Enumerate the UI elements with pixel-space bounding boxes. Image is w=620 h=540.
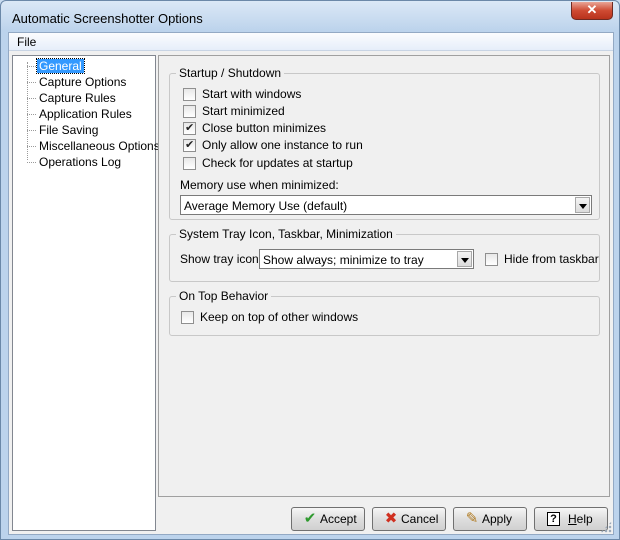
options-window: Automatic Screenshotter Options ✕ File G…	[0, 0, 620, 540]
checkbox-box	[183, 88, 196, 101]
tree-item-application-rules[interactable]: Application Rules	[13, 106, 153, 122]
chevron-down-icon[interactable]	[575, 197, 590, 213]
title-bar[interactable]: Automatic Screenshotter Options ✕	[1, 1, 619, 33]
client-area: File General Capture Options Capture Rul…	[8, 32, 614, 535]
chevron-down-icon[interactable]	[457, 251, 472, 267]
checkbox-label: Only allow one instance to run	[202, 138, 363, 152]
checkbox-box	[485, 253, 498, 266]
checkbox-box	[183, 138, 196, 152]
tree-branch	[27, 146, 36, 147]
options-tree[interactable]: General Capture Options Capture Rules Ap…	[12, 55, 160, 531]
button-label: Accept	[320, 512, 357, 526]
general-settings-panel: Startup / Shutdown Start with windows St…	[158, 55, 610, 497]
pencil-icon: ✎	[465, 510, 479, 527]
close-button-minimizes-checkbox[interactable]: Close button minimizes	[183, 120, 383, 136]
system-tray-group: System Tray Icon, Taskbar, Minimization …	[169, 227, 600, 282]
check-icon: ✔	[303, 510, 317, 527]
tree-item-label: General	[36, 58, 85, 74]
memory-use-dropdown[interactable]: Average Memory Use (default)	[180, 195, 592, 215]
single-instance-checkbox[interactable]: Only allow one instance to run	[183, 137, 403, 153]
show-tray-icon-label: Show tray icon:	[180, 252, 263, 266]
dropdown-value: Average Memory Use (default)	[184, 199, 348, 213]
apply-button[interactable]: ✎ Apply	[453, 507, 527, 531]
close-icon: ✕	[586, 2, 598, 17]
tree-branch	[27, 82, 36, 83]
checkbox-label: Close button minimizes	[202, 121, 327, 135]
menu-file[interactable]: File	[16, 34, 37, 50]
help-button[interactable]: ? Help	[534, 507, 608, 531]
tree-item-label: Miscellaneous Options	[39, 139, 160, 153]
tree-branch	[27, 130, 36, 131]
checkbox-box	[183, 157, 196, 170]
tree-item-label: Application Rules	[39, 107, 132, 121]
startup-shutdown-group: Startup / Shutdown Start with windows St…	[169, 66, 600, 220]
cross-icon: ✖	[384, 510, 398, 527]
checkbox-label: Keep on top of other windows	[200, 310, 359, 324]
tree-branch	[27, 66, 36, 67]
keep-on-top-checkbox[interactable]: Keep on top of other windows	[181, 309, 421, 325]
group-legend: Startup / Shutdown	[176, 66, 285, 80]
checkbox-label: Start minimized	[202, 104, 285, 118]
check-updates-checkbox[interactable]: Check for updates at startup	[183, 155, 403, 171]
tree-item-capture-rules[interactable]: Capture Rules	[13, 90, 153, 106]
checkbox-box	[183, 105, 196, 118]
tree-item-label: Capture Options	[39, 75, 127, 89]
button-label: Help	[568, 512, 593, 526]
group-legend: System Tray Icon, Taskbar, Minimization	[176, 227, 396, 241]
tree-branch	[27, 114, 36, 115]
window-title: Automatic Screenshotter Options	[12, 11, 203, 26]
tree-item-miscellaneous-options[interactable]: Miscellaneous Options	[13, 138, 160, 154]
tree-item-label: File Saving	[39, 123, 99, 137]
accept-button[interactable]: ✔ Accept	[291, 507, 365, 531]
checkbox-box	[183, 121, 196, 135]
tree-branch	[27, 98, 36, 99]
tree-branch	[27, 162, 36, 163]
dropdown-value: Show always; minimize to tray	[263, 253, 424, 267]
button-label: Cancel	[401, 512, 439, 526]
button-label: Apply	[482, 512, 513, 526]
tree-item-capture-options[interactable]: Capture Options	[13, 74, 153, 90]
tree-item-operations-log[interactable]: Operations Log	[13, 154, 153, 170]
close-button[interactable]: ✕	[571, 2, 613, 20]
on-top-behavior-group: On Top Behavior Keep on top of other win…	[169, 289, 600, 336]
group-legend: On Top Behavior	[176, 289, 272, 303]
show-tray-icon-dropdown[interactable]: Show always; minimize to tray	[259, 249, 474, 269]
tree-item-general[interactable]: General	[13, 58, 153, 74]
cancel-button[interactable]: ✖ Cancel	[372, 507, 446, 531]
memory-use-label: Memory use when minimized:	[180, 178, 339, 192]
checkbox-label: Check for updates at startup	[202, 156, 353, 170]
checkbox-box	[181, 311, 194, 324]
tree-item-label: Capture Rules	[39, 91, 116, 105]
start-minimized-checkbox[interactable]: Start minimized	[183, 103, 383, 119]
tree-item-file-saving[interactable]: File Saving	[13, 122, 153, 138]
checkbox-label: Start with windows	[202, 87, 302, 101]
menu-bar: File	[9, 33, 613, 51]
checkbox-label: Hide from taskbar	[504, 252, 599, 266]
question-icon: ?	[547, 512, 560, 526]
tree-item-label: Operations Log	[39, 155, 122, 169]
hide-from-taskbar-checkbox[interactable]: Hide from taskbar	[485, 251, 599, 267]
start-with-windows-checkbox[interactable]: Start with windows	[183, 86, 383, 102]
